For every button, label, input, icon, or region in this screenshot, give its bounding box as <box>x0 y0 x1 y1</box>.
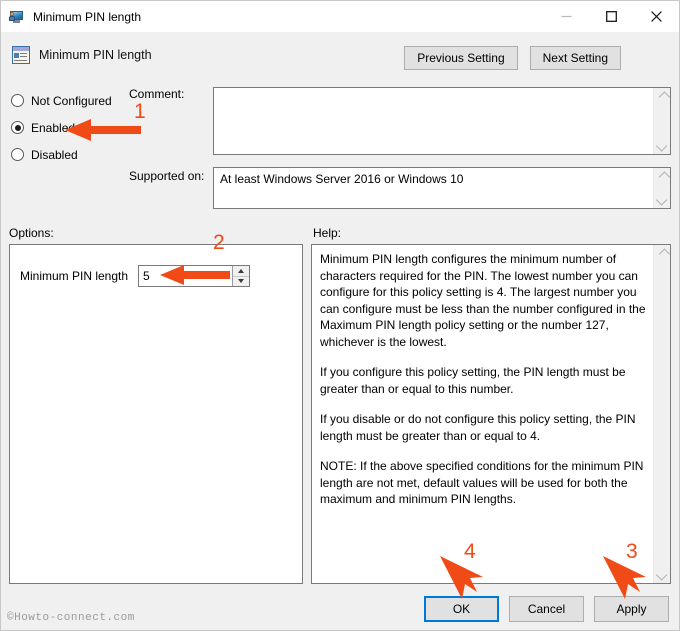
close-icon[interactable] <box>634 1 679 32</box>
supported-on-scrollbar[interactable] <box>653 168 670 208</box>
help-scroll-up-icon[interactable] <box>654 245 671 262</box>
annotation-number-2: 2 <box>213 231 225 254</box>
help-paragraph: If you configure this policy setting, th… <box>320 365 626 396</box>
supported-on-label: Supported on: <box>129 169 205 183</box>
comment-scrollbar[interactable] <box>653 88 670 154</box>
help-scrollbar[interactable] <box>653 245 670 583</box>
supported-on-value: At least Windows Server 2016 or Windows … <box>220 172 464 186</box>
options-label: Options: <box>9 226 54 240</box>
stepper-up-icon[interactable] <box>233 266 250 277</box>
group-policy-setting-window: Minimum PIN length Minimum PIN length Pr… <box>0 0 680 631</box>
annotation-arrow-3 <box>599 554 649 605</box>
annotation-arrow-2 <box>160 263 230 290</box>
caption-buttons <box>544 1 679 32</box>
next-setting-button[interactable]: Next Setting <box>529 46 621 70</box>
annotation-arrow-4 <box>436 554 486 605</box>
minimum-pin-length-label: Minimum PIN length <box>20 269 129 283</box>
options-panel: Minimum PIN length 5 <box>9 244 303 584</box>
help-paragraph: NOTE: If the above specified conditions … <box>320 459 644 506</box>
supported-scroll-down-icon[interactable] <box>654 191 670 208</box>
policy-computer-icon <box>9 9 25 25</box>
annotation-arrow-1 <box>65 117 141 146</box>
previous-setting-button[interactable]: Previous Setting <box>404 46 518 70</box>
help-paragraph: Minimum PIN length configures the minimu… <box>320 252 646 349</box>
navigation-buttons: Previous Setting Next Setting <box>404 46 621 70</box>
maximize-icon[interactable] <box>589 1 634 32</box>
supported-on-field: At least Windows Server 2016 or Windows … <box>213 167 671 209</box>
watermark: ©Howto-connect.com <box>7 612 135 624</box>
radio-not-configured-label: Not Configured <box>31 93 112 108</box>
radio-not-configured-mark[interactable] <box>11 94 24 107</box>
supported-scroll-up-icon[interactable] <box>654 168 670 185</box>
window-title: Minimum PIN length <box>33 9 142 24</box>
comment-scroll-up-icon[interactable] <box>654 88 670 105</box>
cancel-button[interactable]: Cancel <box>509 596 584 622</box>
minimize-icon[interactable] <box>544 1 589 32</box>
help-text: Minimum PIN length configures the minimu… <box>320 251 648 508</box>
help-panel: Minimum PIN length configures the minimu… <box>311 244 671 584</box>
radio-disabled-label: Disabled <box>31 147 78 162</box>
help-label: Help: <box>313 226 342 240</box>
radio-not-configured[interactable]: Not Configured <box>11 87 131 114</box>
group-policy-setting-icon <box>12 46 30 64</box>
comment-scroll-down-icon[interactable] <box>654 137 670 154</box>
help-paragraph: If you disable or do not configure this … <box>320 412 636 443</box>
radio-disabled-mark[interactable] <box>11 148 24 161</box>
stepper-down-icon[interactable] <box>233 277 249 287</box>
stepper-buttons <box>232 266 250 287</box>
radio-enabled-mark[interactable] <box>11 121 24 134</box>
comment-label: Comment: <box>129 87 185 101</box>
setting-title: Minimum PIN length <box>39 48 152 62</box>
title-bar: Minimum PIN length <box>1 1 679 32</box>
comment-input[interactable] <box>213 87 671 155</box>
help-scroll-down-icon[interactable] <box>654 566 671 583</box>
